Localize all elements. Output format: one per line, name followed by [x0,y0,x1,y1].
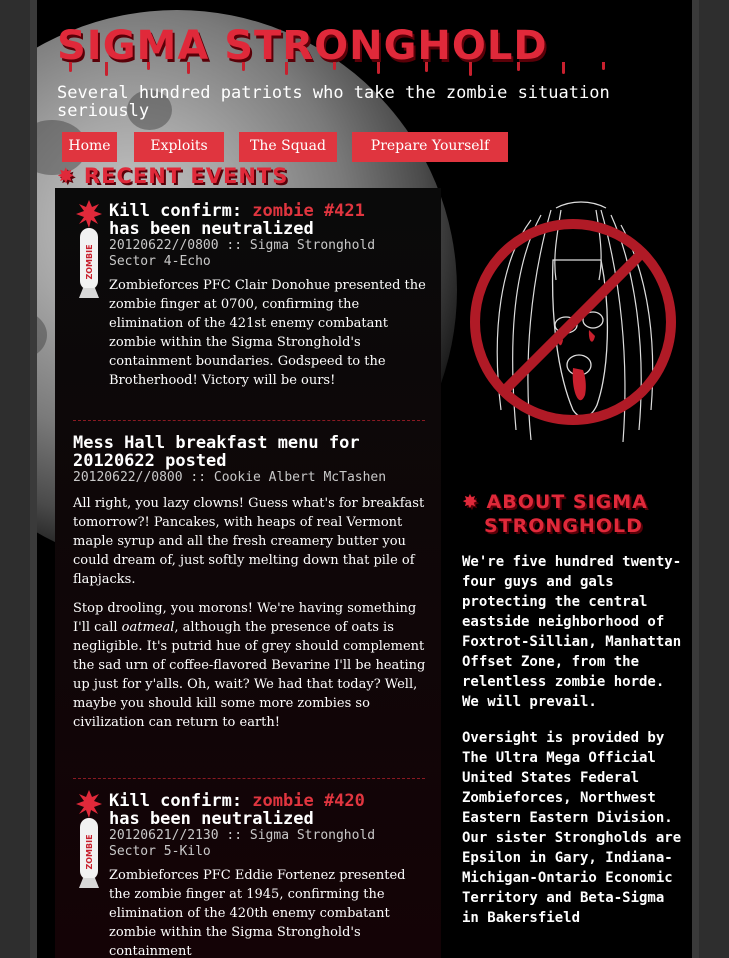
post-body: Zombieforces PFC Eddie Fortenez presente… [109,866,427,958]
bomb-badge: ZOMBIE [85,244,94,279]
nav-home[interactable]: Home [62,132,117,162]
zombie-link[interactable]: zombie #421 [252,201,365,221]
zombie-link[interactable]: zombie #420 [252,791,365,811]
post-date: 20120622//0800 [109,238,219,253]
meta-separator: :: [182,470,214,485]
post-paragraph: Zombieforces PFC Clair Donohue presented… [109,278,426,388]
post-title-prefix: Kill confirm: [109,201,253,221]
no-zombie-icon [470,201,676,443]
post-author-link[interactable]: Sigma Stronghold [250,238,375,253]
meta-separator: :: [218,238,250,253]
recent-events-heading: ✸ RECENT EVENTS [57,166,288,187]
bomb-icon: ZOMBIE [76,790,102,888]
bomb-icon: ZOMBIE [76,200,102,298]
about-heading: ✸ ABOUT SIGMA STRONGHOLD [462,490,648,538]
post-body: All right, you lazy clowns! Guess what's… [73,494,427,732]
post-date: 20120622//0800 [73,470,183,485]
site-title[interactable]: SIGMA STRONGHOLD [57,26,548,66]
about-paragraph: We're five hundred twenty-four guys and … [462,554,682,710]
about-heading-line2: STRONGHOLD [484,515,643,537]
post-sector: Sector 4-Echo [109,254,211,269]
post-meta: 20120622//0800 :: Sigma Stronghold Secto… [109,238,427,270]
emphasis: oatmeal [121,620,175,635]
nav-prepare-yourself[interactable]: Prepare Yourself [352,132,508,162]
post-meta: 20120622//0800 :: Cookie Albert McTashen [73,470,427,486]
post-paragraph: Stop drooling, you morons! We're having … [73,599,427,732]
site-tagline: Several hundred patriots who take the zo… [57,83,610,121]
splat-icon: ✸ [57,164,76,188]
splat-icon: ✸ [462,491,479,513]
post-title: Kill confirm: zombie #421 has been neutr… [109,202,427,238]
post-author-link[interactable]: Sigma Stronghold [250,828,375,843]
about-paragraph: Oversight is provided by The Ultra Mega … [462,730,682,926]
post-title-prefix: Kill confirm: [109,791,253,811]
post-date: 20120621//2130 [109,828,219,843]
nav-the-squad[interactable]: The Squad [239,132,337,162]
post-kill-420: ZOMBIE Kill confirm: zombie #420 has bee… [76,790,427,958]
bomb-badge: ZOMBIE [85,834,94,869]
post-title-suffix: has been neutralized [109,219,314,239]
about-heading-line1: ABOUT SIGMA [486,491,648,513]
post-body: Zombieforces PFC Clair Donohue presented… [109,276,427,390]
post-sector: Sector 5-Kilo [109,844,211,859]
text-run: , although the presence of oats is negli… [73,620,426,730]
post-paragraph: Zombieforces PFC Eddie Fortenez presente… [109,868,406,958]
nav-exploits[interactable]: Exploits [134,132,224,162]
meta-separator: :: [218,828,250,843]
post-title: Mess Hall breakfast menu for 20120622 po… [73,433,360,471]
post-kill-421: ZOMBIE Kill confirm: zombie #421 has bee… [76,200,427,400]
post-paragraph: All right, you lazy clowns! Guess what's… [73,496,425,587]
main-column: ZOMBIE Kill confirm: zombie #421 has bee… [55,188,441,958]
about-text: We're five hundred twenty-four guys and … [462,552,687,944]
post-title-suffix: has been neutralized [109,809,314,829]
post-title: Kill confirm: zombie #420 has been neutr… [109,792,427,828]
post-meta: 20120621//2130 :: Sigma Stronghold Secto… [109,828,427,860]
sidebar: ✸ ABOUT SIGMA STRONGHOLD We're five hund… [457,180,692,958]
post-divider [73,420,425,421]
post-divider [73,778,425,779]
page-frame: SIGMA STRONGHOLD Several hundred patriot… [30,0,699,958]
recent-events-heading-text: RECENT EVENTS [83,164,289,188]
post-author-link[interactable]: Cookie Albert McTashen [214,470,386,485]
post-mess-hall: Mess Hall breakfast menu for 20120622 po… [73,434,427,742]
